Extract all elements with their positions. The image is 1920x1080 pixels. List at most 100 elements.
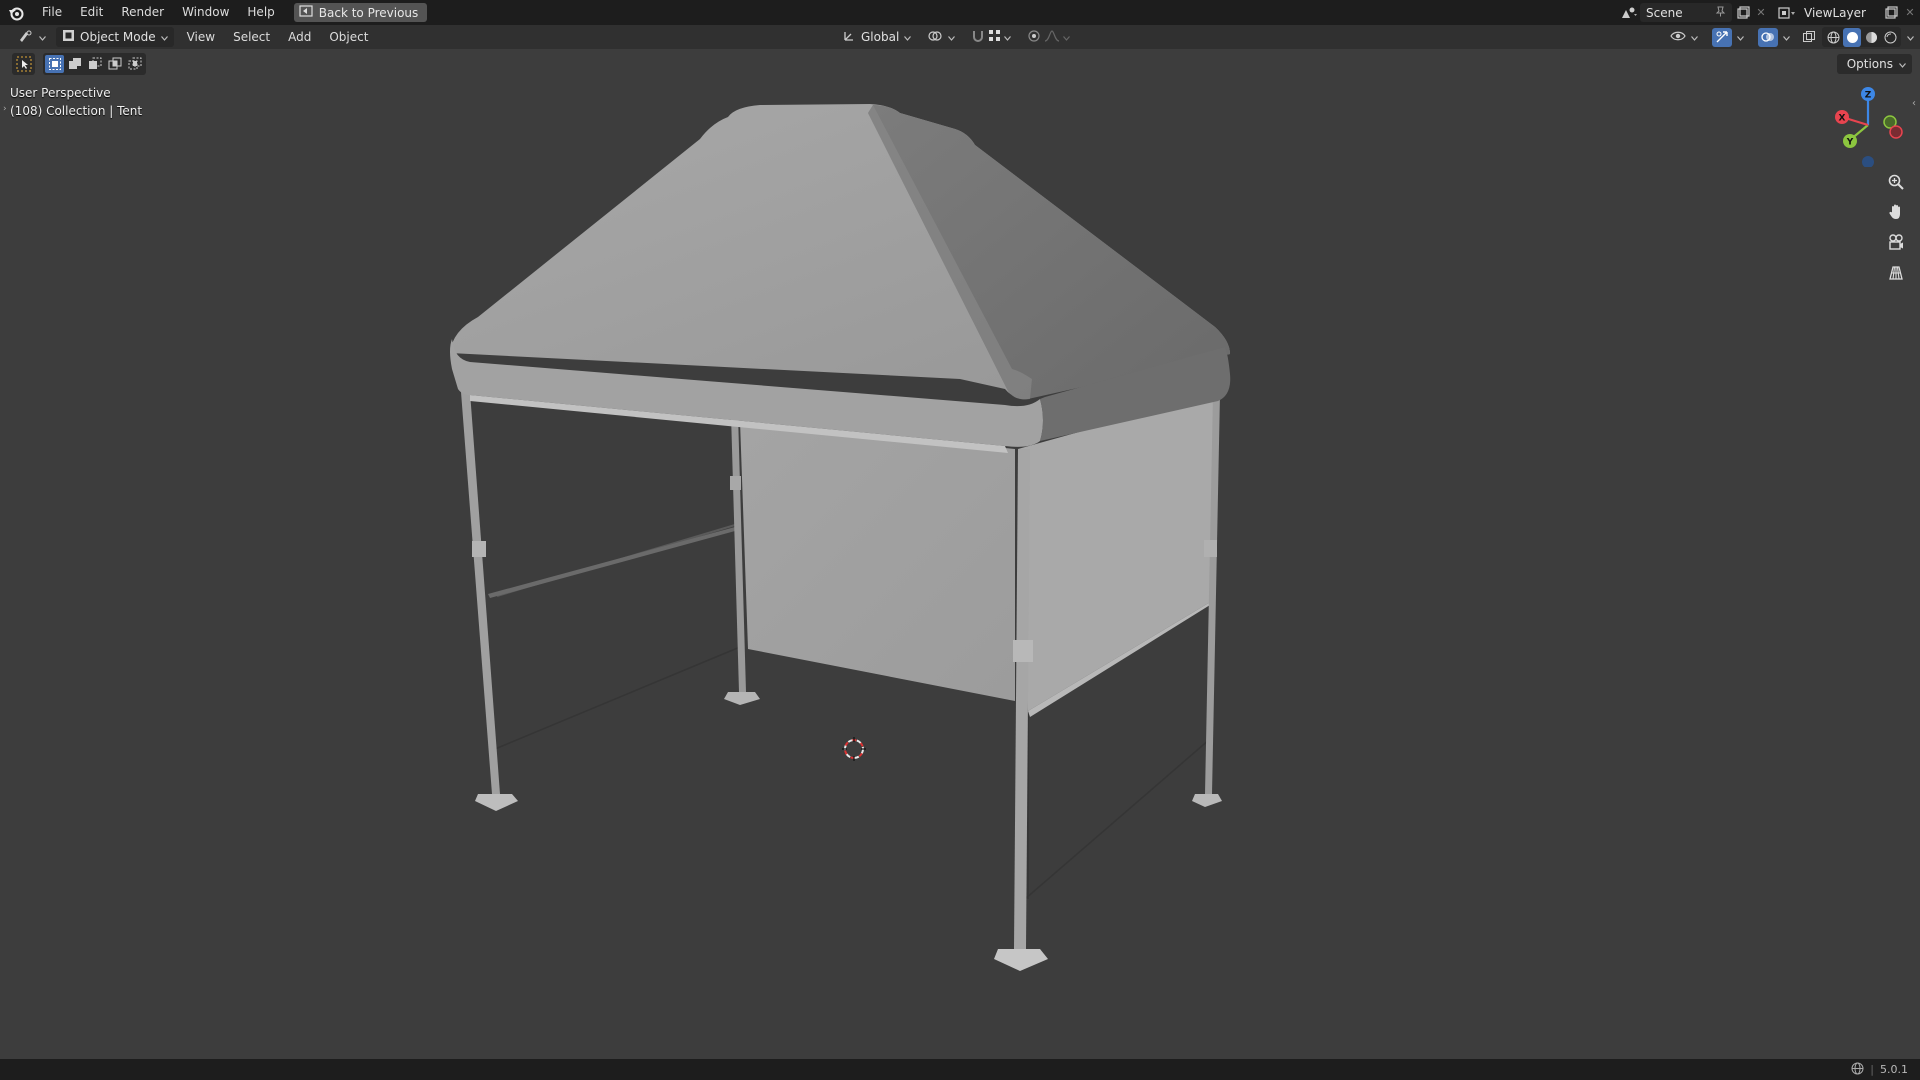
new-scene-icon[interactable] (1732, 3, 1754, 22)
orthographic-grid-icon[interactable] (1882, 259, 1910, 285)
chevron-down-icon (1899, 57, 1906, 71)
editor-type-dropdown[interactable] (12, 27, 52, 47)
mode-label: Object Mode (80, 30, 156, 44)
pivot-point-dropdown[interactable] (921, 27, 961, 47)
invert-selection-icon[interactable] (105, 55, 124, 73)
tool-settings (12, 53, 146, 75)
pin-icon[interactable] (1715, 6, 1726, 20)
active-tool-box (12, 53, 35, 75)
editor-type-icon (18, 29, 34, 46)
select-tool-icon[interactable] (14, 55, 33, 73)
3d-cursor-icon[interactable] (840, 735, 868, 763)
top-right-controls: Scene ✕ ViewLayer ✕ (1618, 0, 1920, 25)
top-bar: File Edit Render Window Help Back to Pre… (0, 0, 1920, 25)
viewport-perspective-label: User Perspective (10, 86, 111, 100)
falloff-icon (1044, 29, 1060, 45)
menu-window[interactable]: Window (173, 0, 238, 25)
solid-shading-icon[interactable] (1843, 27, 1861, 47)
delete-view-layer-icon[interactable]: ✕ (1902, 3, 1918, 22)
tent-model (450, 104, 1231, 971)
new-view-layer-icon[interactable] (1880, 3, 1902, 22)
menu-help[interactable]: Help (238, 0, 283, 25)
delete-scene-icon[interactable]: ✕ (1754, 3, 1768, 22)
back-to-previous-button[interactable]: Back to Previous (293, 3, 428, 22)
chevron-down-icon (1783, 30, 1790, 44)
set-new-selection-icon[interactable] (45, 55, 64, 73)
proportional-editing[interactable] (1021, 27, 1076, 47)
status-bar: | 5.0.1 (0, 1059, 1920, 1080)
eye-icon (1670, 30, 1686, 45)
proportional-edit-icon[interactable] (1027, 29, 1041, 46)
viewport-header: Object Mode View Select Add Object Globa… (0, 25, 1920, 49)
gizmo-x-label: X (1839, 114, 1846, 124)
overlays-dropdown[interactable] (1752, 27, 1796, 47)
menu-select[interactable]: Select (224, 25, 279, 49)
blender-logo-icon[interactable] (7, 4, 25, 22)
magnet-icon[interactable] (971, 29, 985, 46)
subtract-selection-icon[interactable] (85, 55, 104, 73)
visibility-dropdown[interactable] (1664, 27, 1704, 47)
intersect-selection-icon[interactable] (125, 55, 144, 73)
scene-field[interactable]: Scene (1640, 3, 1732, 22)
menu-file[interactable]: File (33, 0, 71, 25)
chevron-down-icon (904, 30, 912, 44)
menu-object[interactable]: Object (320, 25, 377, 49)
gizmo-y-label: Y (1846, 138, 1854, 148)
menu-add[interactable]: Add (279, 25, 320, 49)
transform-tools: Global (836, 27, 1076, 47)
version-label: 5.0.1 (1880, 1063, 1908, 1076)
view-layer-name: ViewLayer (1804, 5, 1866, 20)
options-label: Options (1846, 57, 1893, 71)
menu-edit[interactable]: Edit (71, 0, 112, 25)
overlays-toggle-icon[interactable] (1758, 27, 1778, 47)
chevron-down-icon (1691, 30, 1698, 44)
shading-mode-group (1822, 27, 1901, 47)
globe-icon (1851, 1062, 1864, 1078)
xray-toggle-icon[interactable] (1798, 28, 1820, 47)
snap-grid-icon (988, 29, 1001, 45)
menu-view[interactable]: View (178, 25, 224, 49)
snap-dropdown[interactable] (965, 27, 1017, 47)
version-info: | 5.0.1 (1851, 1062, 1908, 1078)
options-dropdown[interactable]: Options (1836, 54, 1912, 74)
shading-options-chevron-icon[interactable] (1907, 30, 1914, 44)
gizmo-neg-z-axis[interactable] (1862, 156, 1874, 167)
orientation-icon (842, 29, 856, 46)
scene-name: Scene (1646, 5, 1683, 20)
pan-hand-icon[interactable] (1882, 199, 1910, 225)
gizmo-z-label: Z (1865, 91, 1872, 101)
back-to-previous-label: Back to Previous (318, 5, 419, 20)
sidebar-toggle-icon[interactable]: ‹ (1912, 98, 1916, 109)
chevron-down-icon (948, 30, 956, 44)
selection-mode-box (43, 53, 146, 75)
scene-selector-icon[interactable] (1618, 3, 1640, 22)
chevron-down-icon (1737, 30, 1744, 44)
mode-dropdown[interactable]: Object Mode (56, 27, 174, 47)
rendered-shading-icon[interactable] (1881, 28, 1899, 47)
chevron-down-icon (160, 30, 168, 44)
zoom-icon[interactable] (1882, 169, 1910, 195)
extend-selection-icon[interactable] (65, 55, 84, 73)
transform-orientation-dropdown[interactable]: Global (836, 27, 917, 47)
gizmo-toggle-icon[interactable] (1712, 27, 1732, 47)
object-mode-icon (62, 29, 75, 45)
gizmo-neg-x-axis[interactable] (1889, 125, 1903, 139)
pivot-icon (927, 29, 943, 46)
chevron-down-icon (1004, 30, 1012, 44)
camera-view-icon[interactable] (1882, 229, 1910, 255)
viewport-display-controls (1664, 27, 1914, 47)
chevron-down-icon (1063, 30, 1071, 44)
gizmos-dropdown[interactable] (1706, 27, 1750, 47)
view-layer-field[interactable]: ViewLayer (1798, 3, 1880, 22)
material-preview-shading-icon[interactable] (1862, 28, 1880, 47)
3d-viewport[interactable]: Z Y X (0, 49, 1920, 1059)
navigation-gizmo[interactable]: Z Y X (1828, 85, 1910, 167)
screen-back-icon (299, 5, 313, 20)
menu-render[interactable]: Render (112, 0, 173, 25)
viewport-collection-label: (108) Collection | Tent (10, 104, 143, 118)
chevron-down-icon (39, 30, 46, 44)
view-layer-icon[interactable] (1776, 3, 1798, 22)
wireframe-shading-icon[interactable] (1824, 28, 1842, 47)
orientation-label: Global (861, 30, 900, 44)
expand-arrow-icon[interactable]: › (3, 104, 7, 114)
